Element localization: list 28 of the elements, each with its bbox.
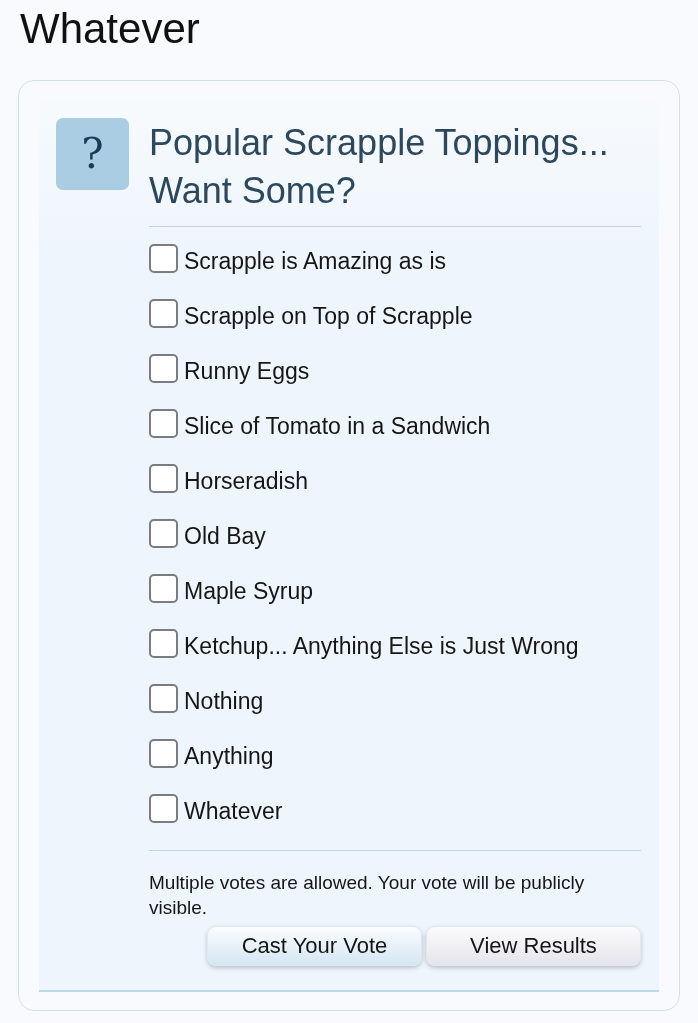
option-label[interactable]: Scrapple is Amazing as is [184, 248, 447, 275]
option-label[interactable]: Scrapple on Top of Scrapple [184, 303, 473, 330]
checkbox[interactable] [149, 684, 178, 713]
cast-vote-button[interactable]: Cast Your Vote [207, 926, 422, 966]
checkbox[interactable] [149, 464, 178, 493]
option-label[interactable]: Whatever [184, 798, 283, 825]
checkbox[interactable] [149, 244, 178, 273]
checkbox[interactable] [149, 409, 178, 438]
voting-note: Multiple votes are allowed. Your vote will be publicly visible. [149, 871, 586, 920]
question-mark-icon: ? [56, 118, 129, 190]
option-label[interactable]: Maple Syrup [184, 578, 314, 605]
poll-question: Popular Scrapple Toppings... Want Some? [149, 118, 641, 227]
option-label[interactable]: Ketchup... Anything Else is Just Wrong [184, 633, 579, 660]
option-label[interactable]: Runny Eggs [184, 358, 310, 385]
checkbox[interactable] [149, 519, 178, 548]
checkbox[interactable] [149, 739, 178, 768]
option-label[interactable]: Anything [184, 743, 274, 770]
option-label[interactable]: Nothing [184, 688, 264, 715]
checkbox[interactable] [149, 354, 178, 383]
checkbox[interactable] [149, 299, 178, 328]
page-title: Whatever [19, 4, 201, 54]
checkbox[interactable] [149, 574, 178, 603]
option-label[interactable]: Slice of Tomato in a Sandwich [184, 413, 491, 440]
option-label[interactable]: Horseradish [184, 468, 308, 495]
checkbox[interactable] [149, 629, 178, 658]
view-results-button[interactable]: View Results [426, 926, 641, 966]
option-label[interactable]: Old Bay [184, 523, 266, 550]
checkbox[interactable] [149, 794, 178, 823]
